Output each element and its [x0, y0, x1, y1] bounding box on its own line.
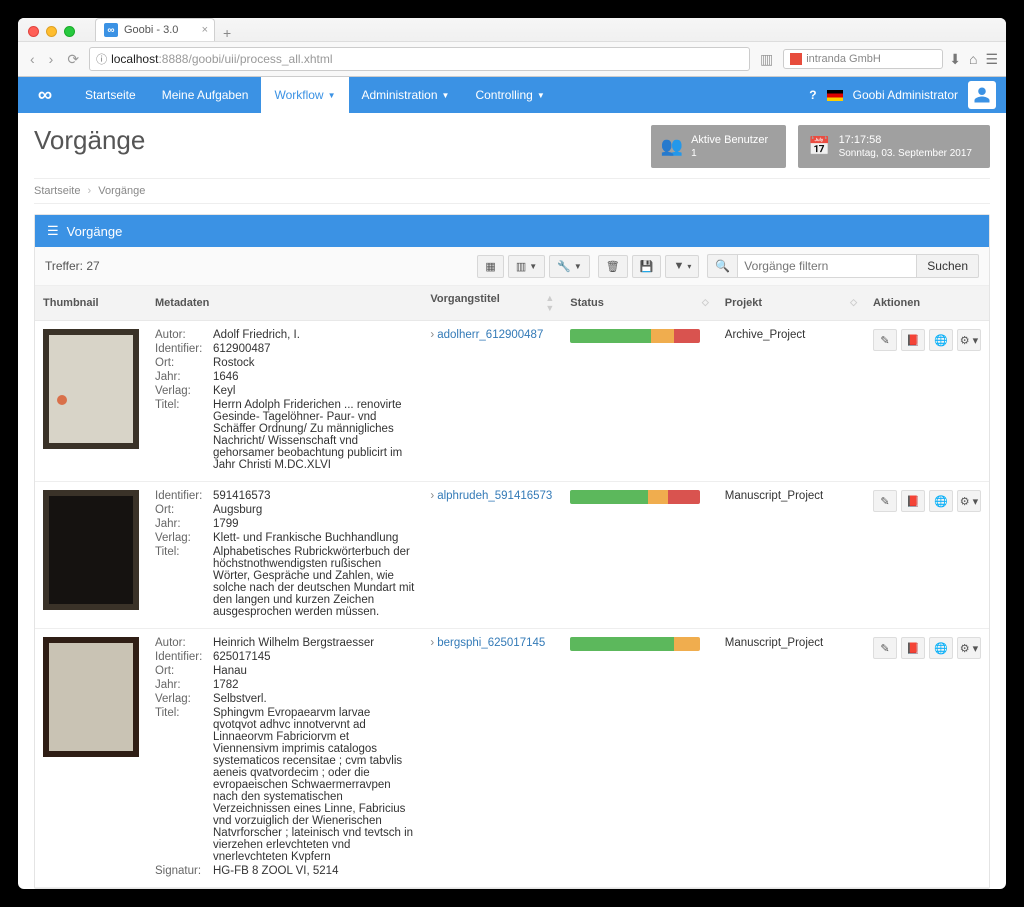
thumbnail[interactable] — [43, 329, 139, 449]
table-row: Identifier:591416573Ort:AugsburgJahr:179… — [35, 482, 989, 629]
view-columns-button[interactable]: ▥ ▼ — [508, 255, 545, 278]
info-icon: ⓘ — [96, 51, 107, 67]
col-vorgangstitel[interactable]: Vorgangstitel▲▼ — [422, 286, 562, 321]
export-button[interactable]: 🌐 — [929, 637, 953, 659]
thumbnail[interactable] — [43, 637, 139, 757]
chevron-right-icon: › — [430, 490, 434, 502]
metadata-button[interactable]: 📕 — [901, 329, 925, 351]
close-tab-icon[interactable]: × — [202, 24, 208, 36]
view-grid-button[interactable]: ▦ — [477, 255, 503, 278]
delete-button[interactable]: 🗑 — [598, 255, 628, 278]
nav-reload-icon[interactable]: ⟳ — [63, 49, 83, 70]
chevron-right-icon: › — [430, 637, 434, 649]
table-row: Autor:Heinrich Wilhelm BergstraesserIden… — [35, 629, 989, 888]
export-button[interactable]: 🌐 — [929, 329, 953, 351]
nav-controlling[interactable]: Controlling▼ — [462, 77, 557, 113]
col-metadaten[interactable]: Metadaten — [147, 286, 422, 321]
col-aktionen: Aktionen — [865, 286, 989, 321]
nav-administration[interactable]: Administration▼ — [349, 77, 463, 113]
calendar-icon: 📅 — [808, 136, 830, 157]
list-icon: ☰ — [47, 223, 59, 239]
metadata-button[interactable]: 📕 — [901, 637, 925, 659]
url-host: localhost — [111, 52, 158, 66]
status-bar — [570, 329, 700, 343]
active-users-panel: 👥 Aktive Benutzer1 — [651, 125, 786, 168]
process-title-link[interactable]: ›alphrudeh_591416573 — [430, 490, 552, 502]
chevron-down-icon: ▼ — [328, 91, 336, 100]
gear-button[interactable]: ⚙ ▾ — [957, 490, 981, 512]
browser-tab[interactable]: ∞ Goobi - 3.0 × — [95, 18, 215, 41]
project-name: Archive_Project — [725, 329, 806, 341]
chevron-down-icon: ▼ — [442, 91, 450, 100]
menu-icon[interactable]: ☰ — [985, 51, 998, 68]
address-bar[interactable]: ⓘ localhost:8888/goobi/uii/process_all.x… — [89, 47, 750, 71]
status-bar — [570, 490, 700, 504]
clock-panel: 📅 17:17:58Sonntag, 03. September 2017 — [798, 125, 990, 168]
export-button[interactable]: 🌐 — [929, 490, 953, 512]
col-status[interactable]: Status◇ — [562, 286, 717, 321]
browser-search[interactable]: intranda GmbH — [783, 49, 943, 69]
nav-forward-icon[interactable]: › — [45, 49, 58, 69]
nav-meine-aufgaben[interactable]: Meine Aufgaben — [149, 77, 262, 113]
favicon-icon: ∞ — [104, 23, 118, 37]
nav-back-icon[interactable]: ‹ — [26, 49, 39, 69]
edit-button[interactable]: ✎ — [873, 329, 897, 351]
help-icon[interactable]: ? — [809, 88, 816, 102]
url-path: :8888/goobi/uii/process_all.xhtml — [158, 52, 332, 66]
filter-button[interactable]: ▼ ▾ — [665, 255, 699, 278]
filter-input[interactable] — [737, 254, 917, 278]
reader-icon[interactable]: ▥ — [756, 49, 777, 70]
window-controls[interactable] — [18, 18, 85, 41]
app-logo[interactable]: ∞ — [18, 77, 72, 113]
edit-button[interactable]: ✎ — [873, 637, 897, 659]
breadcrumb-current: Vorgänge — [98, 185, 145, 197]
breadcrumb: Startseite › Vorgänge — [34, 178, 990, 204]
status-bar — [570, 637, 700, 651]
nav-workflow[interactable]: Workflow▼ — [261, 77, 348, 113]
thumbnail[interactable] — [43, 490, 139, 610]
search-icon: 🔍 — [707, 254, 737, 278]
home-icon[interactable]: ⌂ — [969, 51, 977, 68]
new-tab-button[interactable]: + — [215, 25, 239, 41]
project-name: Manuscript_Project — [725, 637, 823, 649]
user-avatar-icon[interactable] — [968, 81, 996, 109]
project-name: Manuscript_Project — [725, 490, 823, 502]
nav-startseite[interactable]: Startseite — [72, 77, 149, 113]
panel-title: Vorgänge — [67, 224, 123, 239]
page-title: Vorgänge — [34, 125, 639, 156]
flag-de-icon[interactable] — [827, 90, 843, 101]
users-icon: 👥 — [661, 136, 683, 157]
search-engine-icon — [790, 53, 802, 65]
table-row: Autor:Adolf Friedrich, I. Identifier:612… — [35, 321, 989, 482]
edit-button[interactable]: ✎ — [873, 490, 897, 512]
user-name[interactable]: Goobi Administrator — [853, 88, 958, 102]
col-projekt[interactable]: Projekt◇ — [717, 286, 865, 321]
hits-label: Treffer: 27 — [45, 259, 469, 273]
metadata-button[interactable]: 📕 — [901, 490, 925, 512]
tab-title: Goobi - 3.0 — [124, 24, 178, 36]
download-icon[interactable]: ⬇ — [949, 51, 961, 68]
process-title-link[interactable]: ›adolherr_612900487 — [430, 329, 543, 341]
process-title-link[interactable]: ›bergsphi_625017145 — [430, 637, 545, 649]
breadcrumb-home[interactable]: Startseite — [34, 185, 80, 197]
save-filter-button[interactable]: 💾 — [632, 255, 662, 278]
tools-button[interactable]: 🔧 ▼ — [549, 255, 590, 278]
col-thumbnail[interactable]: Thumbnail — [35, 286, 147, 321]
gear-button[interactable]: ⚙ ▾ — [957, 329, 981, 351]
chevron-right-icon: › — [430, 329, 434, 341]
chevron-down-icon: ▼ — [537, 91, 545, 100]
gear-button[interactable]: ⚙ ▾ — [957, 637, 981, 659]
search-button[interactable]: Suchen — [917, 254, 979, 278]
